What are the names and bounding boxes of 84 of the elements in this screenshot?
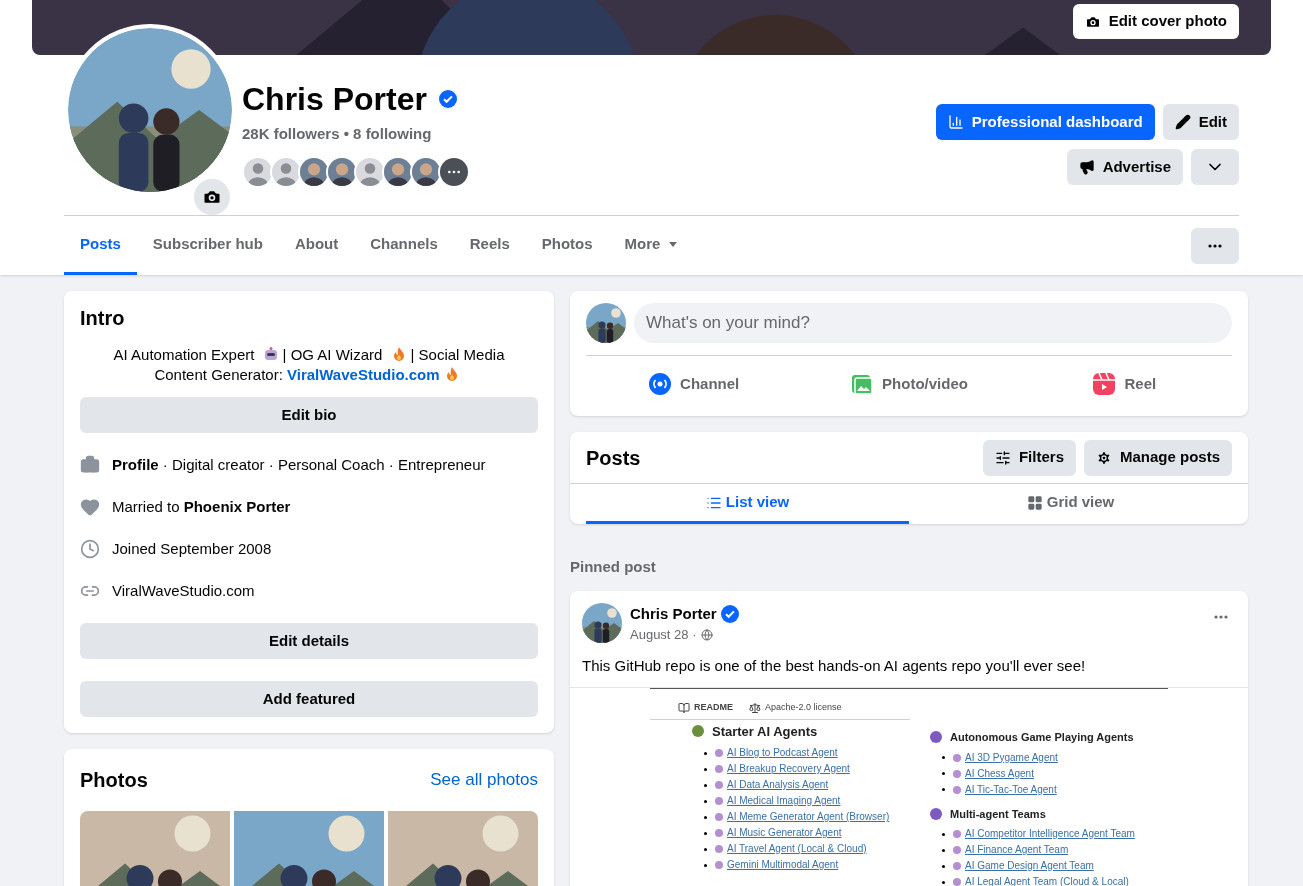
photo-icon bbox=[850, 372, 875, 396]
camera-button[interactable] bbox=[194, 179, 230, 215]
megaphone-icon bbox=[1078, 159, 1095, 175]
profile-tab[interactable]: More bbox=[608, 216, 695, 275]
edit-button[interactable]: Edit bbox=[1162, 104, 1239, 140]
post-input-field[interactable]: What's on your mind? bbox=[634, 303, 1232, 343]
card-title: Posts bbox=[586, 445, 641, 471]
repo-link[interactable]: AI Blog to Podcast Agent bbox=[727, 745, 838, 761]
profile-tab[interactable]: Posts bbox=[64, 216, 137, 275]
emoji-icon bbox=[930, 807, 942, 820]
detail-text: ViralWaveStudio.com bbox=[112, 580, 255, 601]
repo-link[interactable]: AI Data Analysis Agent bbox=[727, 777, 829, 793]
section-heading: Multi-agent Teams bbox=[950, 806, 1046, 822]
repo-link[interactable]: Gemini Multimodal Agent bbox=[727, 857, 839, 873]
card-title: Photos bbox=[80, 768, 148, 793]
chart-icon bbox=[947, 114, 964, 130]
repo-link[interactable]: AI Medical Imaging Agent bbox=[727, 793, 841, 809]
friend-avatar[interactable] bbox=[298, 155, 330, 188]
more-icon[interactable] bbox=[1214, 614, 1228, 619]
composer-action[interactable]: Reel bbox=[1016, 356, 1232, 412]
license-tab[interactable]: Apache-2.0 license bbox=[765, 701, 842, 715]
see-all-photos-link[interactable]: See all photos bbox=[430, 767, 538, 793]
detail-text: Joined September 2008 bbox=[112, 538, 272, 559]
section-heading: Starter AI Agents bbox=[712, 722, 818, 741]
grid-icon bbox=[1026, 494, 1043, 511]
composer-action[interactable]: Photo/video bbox=[801, 356, 1017, 412]
reel-icon bbox=[1092, 372, 1117, 396]
view-tab[interactable]: List view bbox=[586, 484, 909, 524]
author-avatar[interactable] bbox=[582, 602, 622, 643]
profile-name: Chris Porter bbox=[242, 80, 427, 119]
post-date[interactable]: August 28 · bbox=[630, 625, 697, 645]
edit-bio-button[interactable]: Edit bio bbox=[80, 397, 538, 433]
profile-tab[interactable]: Subscriber hub bbox=[136, 216, 279, 275]
pencil-icon bbox=[1174, 114, 1191, 130]
settings-icon bbox=[1095, 449, 1112, 466]
card-title: Intro bbox=[80, 306, 126, 331]
view-tab[interactable]: Grid view bbox=[909, 484, 1232, 524]
manage-posts-button[interactable]: Manage posts bbox=[1083, 439, 1232, 476]
bio-text: AI Automation Expert | OG AI Wizard | Social Media Content Generator: ViralWaveStudio.com bbox=[112, 345, 506, 385]
scale-icon bbox=[749, 701, 761, 714]
friend-avatar[interactable] bbox=[382, 155, 414, 188]
friend-avatar[interactable] bbox=[410, 155, 442, 188]
emoji-icon bbox=[930, 731, 942, 744]
repo-link[interactable]: AI Tic-Tac-Toe Agent bbox=[965, 781, 1057, 798]
profile-tab[interactable]: About bbox=[278, 216, 355, 275]
profile-tab[interactable]: Photos bbox=[525, 216, 609, 275]
bio-link[interactable]: ViralWaveStudio.com bbox=[287, 366, 440, 383]
repo-link[interactable]: AI Competitor Intelligence Agent Team bbox=[965, 826, 1135, 842]
robot-icon bbox=[262, 346, 279, 362]
detail-text: Profile · Digital creator · Personal Coach · Entrepreneur bbox=[112, 454, 486, 475]
repo-link[interactable]: AI Chess Agent bbox=[965, 765, 1034, 782]
emoji-icon bbox=[692, 725, 704, 738]
repo-link[interactable]: AI Finance Agent Team bbox=[965, 842, 1069, 858]
broadcast-icon bbox=[648, 372, 673, 396]
post-text: This GitHub repo is one of the best hands-on AI agents repo you'll ever see! bbox=[581, 655, 1087, 676]
book-icon bbox=[678, 701, 690, 714]
advertise-button[interactable]: Advertise bbox=[1066, 149, 1183, 185]
composer-action[interactable]: Channel bbox=[586, 356, 802, 412]
repo-link[interactable]: AI Breakup Recovery Agent bbox=[727, 761, 850, 777]
readme-tab[interactable]: README bbox=[694, 701, 733, 715]
follower-count: 28K followers • 8 following bbox=[242, 124, 433, 144]
repo-link[interactable]: AI 3D Pygame Agent bbox=[965, 749, 1058, 766]
filters-button[interactable]: Filters bbox=[982, 439, 1076, 476]
more-icon bbox=[1208, 243, 1222, 248]
briefcase-icon bbox=[80, 455, 100, 475]
friend-avatar[interactable] bbox=[326, 155, 358, 188]
profile-tab[interactable]: Channels bbox=[354, 216, 454, 275]
clock-icon bbox=[80, 539, 100, 559]
repo-link[interactable]: AI Game Design Agent Team bbox=[965, 858, 1094, 874]
profile-tab[interactable]: Reels bbox=[453, 216, 526, 275]
professional-dashboard-button[interactable]: Professional dashboard bbox=[935, 104, 1155, 140]
globe-icon bbox=[700, 628, 713, 641]
author-name[interactable]: Chris Porter bbox=[630, 602, 717, 625]
heart-icon bbox=[80, 497, 100, 517]
repo-link[interactable]: AI Music Generator Agent bbox=[727, 825, 842, 841]
repo-link[interactable]: AI Travel Agent (Local & Cloud) bbox=[727, 841, 867, 857]
sliders-icon bbox=[994, 449, 1011, 466]
add-featured-button[interactable]: Add featured bbox=[80, 681, 538, 717]
repo-link[interactable]: AI Meme Generator Agent (Browser) bbox=[727, 809, 890, 825]
section-label: Pinned post bbox=[570, 557, 657, 577]
user-avatar[interactable] bbox=[586, 303, 626, 343]
detail-text: Married to Phoenix Porter bbox=[112, 496, 291, 517]
section-heading: Autonomous Game Playing Agents bbox=[950, 730, 1134, 745]
edit-details-button[interactable]: Edit details bbox=[80, 623, 538, 659]
